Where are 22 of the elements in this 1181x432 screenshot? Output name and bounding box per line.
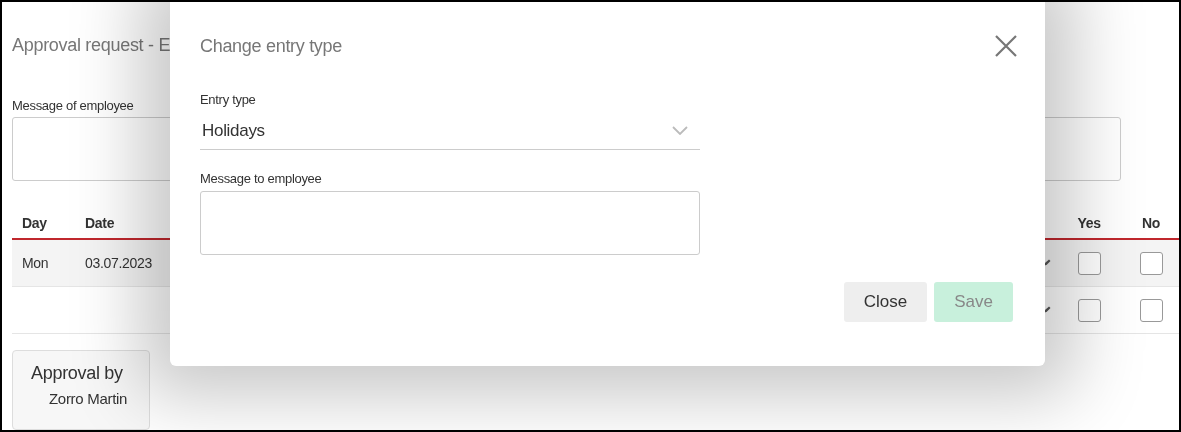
card-title: Approval by — [31, 363, 124, 384]
checkbox[interactable] — [1077, 298, 1101, 322]
field-label: Message of employee — [12, 98, 134, 115]
checkbox[interactable] — [1139, 251, 1163, 275]
column-header: Date — [84, 215, 116, 231]
column-header: Day — [21, 215, 48, 231]
column-header: Yes — [1077, 215, 1101, 231]
checkbox[interactable] — [1077, 251, 1101, 275]
message-field[interactable] — [200, 191, 700, 255]
chevron-down-icon — [672, 126, 688, 135]
entry-type-dropdown[interactable]: Holidays — [200, 112, 700, 150]
approver-name: Zorro Martin — [49, 390, 129, 407]
table-cell-text: 03.07.2023 — [84, 255, 154, 271]
close-icon[interactable] — [995, 35, 1017, 57]
field-label: Entry type — [200, 92, 257, 109]
checkbox[interactable] — [1139, 298, 1163, 322]
field-label: Message to employee — [200, 171, 323, 188]
page-title: Approval request - E — [12, 35, 171, 57]
column-header: No — [1141, 215, 1161, 231]
dialog-title: Change entry type — [200, 35, 342, 57]
dialog-button[interactable]: Close — [843, 282, 928, 322]
table-cell-text: Mon — [21, 255, 50, 271]
